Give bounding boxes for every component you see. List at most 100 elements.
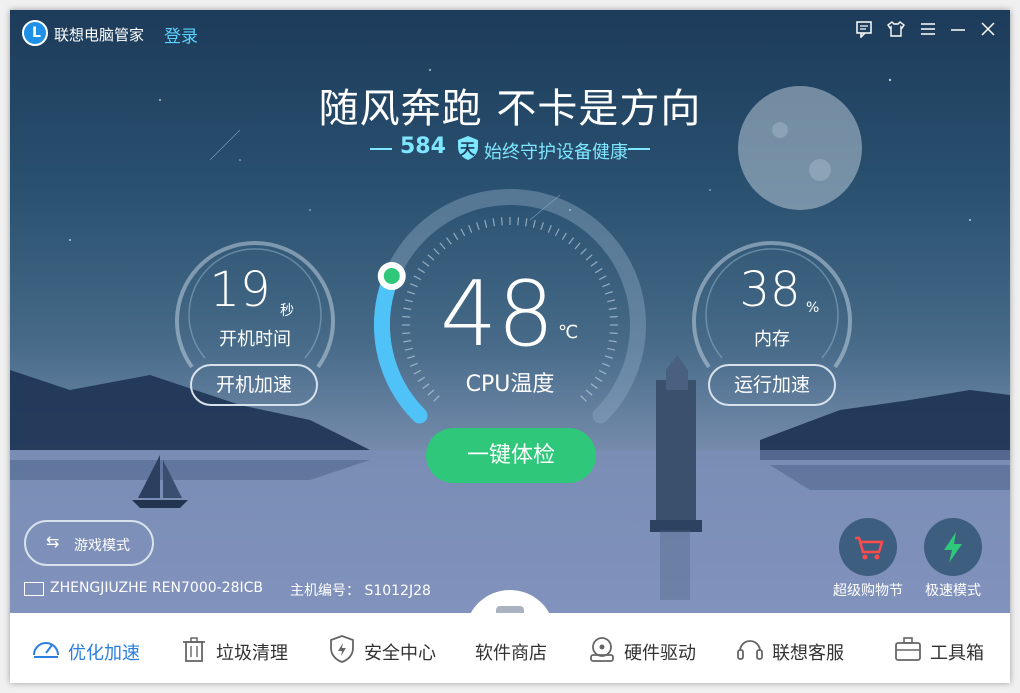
shield-icon <box>330 635 354 663</box>
cpu-gauge-tick <box>598 369 607 375</box>
speed-mode-label: 极速模式 <box>925 583 981 599</box>
login-link[interactable]: 登录 <box>164 22 198 47</box>
cpu-gauge-tick <box>607 347 616 351</box>
cpu-gauge-tick <box>484 219 488 228</box>
cpu-gauge-tick <box>580 395 587 402</box>
cpu-gauge-tick <box>532 219 536 228</box>
cpu-gauge-knob-dot <box>383 268 400 285</box>
cpu-gauge-tick <box>413 275 422 281</box>
cpu-gauge-tick <box>580 248 587 255</box>
cpu-gauge-tick <box>439 242 446 250</box>
boot-time-unit: 秒 <box>280 303 294 319</box>
cpu-gauge-tick <box>409 283 418 288</box>
app-logo: L <box>22 20 48 46</box>
cpu-gauge-tick <box>609 332 618 335</box>
device-name: ZHENGJIUZHE REN7000-28ICB <box>50 580 264 596</box>
cpu-gauge-tick <box>407 291 416 295</box>
shield-badge-icon: 天 <box>456 135 480 161</box>
cpu-gauge-tick <box>403 340 412 343</box>
decor-line-left <box>370 148 392 150</box>
host-id-label: 主机编号： <box>290 583 360 599</box>
minimize-icon[interactable] <box>946 20 970 43</box>
bottom-nav: 优化加速 垃圾清理 安全中心 软件商店 硬件驱动 联想客服 工具箱 <box>10 613 1010 683</box>
app-name: 联想电脑管家 <box>54 26 145 44</box>
memory-label: 内存 <box>754 329 790 350</box>
cpu-gauge-tick <box>517 217 520 226</box>
cpu-gauge-tick <box>453 232 459 241</box>
shopping-festival-label: 超级购物节 <box>833 583 903 599</box>
cpu-gauge-tick <box>476 222 480 231</box>
shield-badge-text: 天 <box>460 140 476 158</box>
boot-time-label: 开机时间 <box>219 329 291 350</box>
menu-icon[interactable] <box>916 20 940 43</box>
cpu-gauge-tick <box>417 268 426 274</box>
lightning-icon <box>944 532 962 563</box>
cpu-gauge-tick <box>608 340 617 343</box>
cpu-gauge-tick <box>413 369 422 375</box>
nav-toolbox[interactable]: 工具箱 <box>892 613 1002 683</box>
shopping-festival-button[interactable] <box>839 518 897 576</box>
protection-days: 584 天 始终守护设备健康 <box>370 134 650 164</box>
close-icon[interactable] <box>976 20 1000 43</box>
monitor-icon <box>24 582 44 596</box>
cpu-gauge-tick <box>404 347 413 351</box>
cpu-gauge-tick <box>607 299 616 303</box>
cpu-gauge-tick <box>602 283 611 288</box>
cpu-gauge-tick <box>585 254 593 261</box>
cpu-gauge-tick <box>422 383 430 389</box>
cpu-gauge-tick <box>525 218 528 227</box>
nav-drivers[interactable]: 硬件驱动 <box>586 613 706 683</box>
cpu-gauge-tick <box>417 376 426 382</box>
cpu-gauge-tick <box>409 362 418 367</box>
cpu-gauge-tick <box>602 362 611 367</box>
game-mode-label: 游戏模式 <box>74 538 130 554</box>
cpu-gauge-tick <box>568 237 574 245</box>
cpu-gauge-tick <box>492 218 495 227</box>
cpu-gauge-tick <box>608 307 617 310</box>
nav-cleanup[interactable]: 垃圾清理 <box>178 613 298 683</box>
protection-days-count: 584 <box>400 134 446 159</box>
skin-icon[interactable] <box>884 20 908 43</box>
trash-icon <box>183 637 205 662</box>
cpu-gauge-tick <box>468 224 473 233</box>
nav-drivers-label: 硬件驱动 <box>624 643 696 664</box>
cpu-gauge-tick <box>403 307 412 310</box>
app-window: L 联想电脑管家 登录 随风奔跑 不卡是方向 584 天 始终守护设备健康 19… <box>10 10 1010 683</box>
game-mode-button[interactable]: ⇆ 游戏模式 <box>24 520 154 566</box>
nav-support-label: 联想客服 <box>772 643 844 664</box>
nav-optimize[interactable]: 优化加速 <box>30 613 150 683</box>
hero-scene: L 联想电脑管家 登录 随风奔跑 不卡是方向 584 天 始终守护设备健康 19… <box>10 10 1010 613</box>
cpu-gauge-tick <box>433 248 440 255</box>
title-bar: L 联想电脑管家 登录 <box>10 10 1010 54</box>
cpu-gauge-tick <box>402 315 411 318</box>
headset-icon <box>737 640 763 660</box>
cpu-gauge-tick <box>585 389 593 396</box>
cpu-gauge-tick <box>402 332 411 335</box>
cpu-gauge-tick <box>422 261 430 267</box>
one-click-check-button[interactable]: 一键体检 <box>426 428 596 483</box>
cpu-gauge-tick <box>433 395 440 402</box>
cpu-temp-label: CPU温度 <box>465 372 555 397</box>
cpu-temp-unit: ℃ <box>558 322 579 343</box>
cpu-gauge-tick <box>404 299 413 303</box>
memory-unit: % <box>806 300 820 316</box>
cpu-gauge-tick <box>604 291 613 295</box>
feedback-icon[interactable] <box>852 20 876 43</box>
decor-line-right <box>628 148 650 150</box>
cpu-gauge-fill <box>374 268 428 424</box>
run-speedup-button[interactable]: 运行加速 <box>708 364 836 406</box>
boot-speedup-button[interactable]: 开机加速 <box>190 364 318 406</box>
nav-security[interactable]: 安全中心 <box>326 613 446 683</box>
cpu-gauge-tick <box>500 217 503 226</box>
nav-store[interactable]: 软件商店 <box>475 613 565 683</box>
speed-mode-button[interactable] <box>924 518 982 576</box>
protection-days-text: 始终守护设备健康 <box>484 142 628 163</box>
hard-drive-icon <box>590 637 614 662</box>
cpu-gauge-tick <box>574 242 581 250</box>
cpu-gauge-tick <box>590 383 598 389</box>
host-id: 主机编号： S1012J28 <box>290 580 431 600</box>
cpu-gauge-tick <box>604 355 613 359</box>
cpu-gauge-tick <box>561 232 567 241</box>
slogan: 随风奔跑 不卡是方向 <box>318 86 702 132</box>
nav-support[interactable]: 联想客服 <box>734 613 864 683</box>
